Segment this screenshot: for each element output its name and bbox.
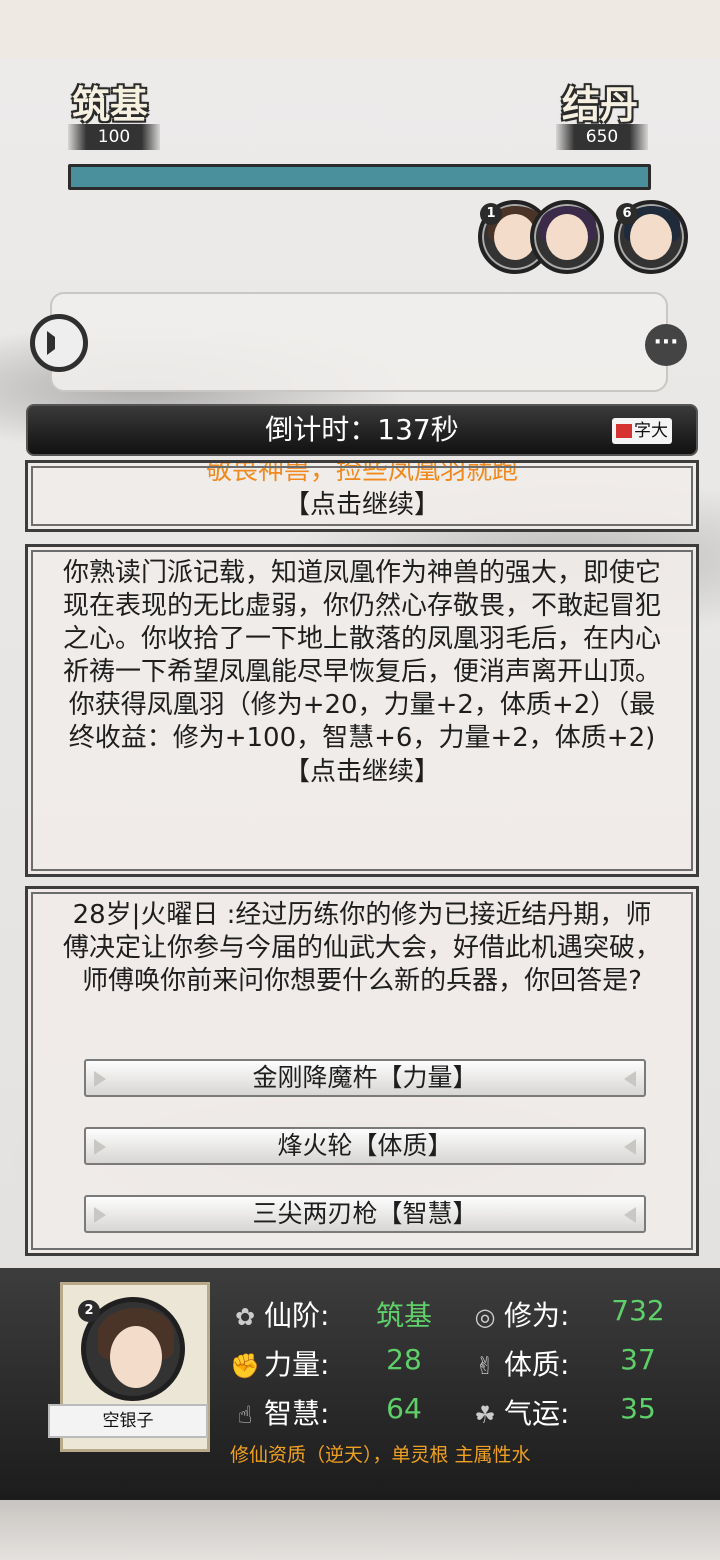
- stat-realm: ✿ 仙阶:: [230, 1294, 330, 1334]
- option-button-3[interactable]: 三尖两刃枪【智慧】: [84, 1195, 646, 1233]
- cultivation-progress-fill: [71, 167, 648, 187]
- stat-constitution: ✌ 体质:: [470, 1343, 570, 1383]
- stat-cultivation-value: 732: [611, 1294, 665, 1327]
- party-avatar-2[interactable]: [530, 200, 604, 274]
- horn-icon[interactable]: [30, 314, 88, 372]
- stat-constitution-value: 37: [620, 1343, 656, 1376]
- next-realm-label: 结丹: [562, 82, 639, 127]
- continue-link[interactable]: 【点击继续】: [28, 755, 696, 789]
- countdown-bar: 倒计时：137秒 字大: [26, 404, 698, 456]
- font-size-button[interactable]: 字大: [612, 418, 672, 444]
- cultivation-icon: ◎: [474, 1303, 496, 1331]
- story-panel-result[interactable]: 你熟读门派记载，知道凤凰作为神兽的强大，即使它现在表现的无比虚弱，你仍然心存敬畏…: [25, 544, 699, 877]
- stat-wisdom-value: 64: [386, 1392, 422, 1425]
- next-realm-value: 650: [556, 124, 648, 150]
- previous-choice-text: 敬畏神兽，捡些凤凰羽就跑: [205, 460, 518, 486]
- story-result-text: 你熟读门派记载，知道凤凰作为神兽的强大，即使它现在表现的无比虚弱，你仍然心存敬畏…: [62, 558, 661, 753]
- stat-wisdom: ☝ 智慧:: [230, 1392, 330, 1432]
- stat-strength: ✊ 力量:: [230, 1348, 330, 1381]
- stat-realm-value: 筑基: [375, 1299, 432, 1332]
- wisdom-icon: ☝: [237, 1401, 253, 1429]
- stat-luck: ☘ 气运:: [470, 1392, 569, 1432]
- stat-cultivation: ◎ 修为:: [470, 1294, 570, 1334]
- fist-icon: ✊: [230, 1352, 260, 1380]
- clover-icon: ☘: [474, 1401, 496, 1429]
- party-badge-last: 6: [616, 203, 638, 225]
- option-button-2[interactable]: 烽火轮【体质】: [84, 1127, 646, 1165]
- player-name: 空银子: [48, 1404, 208, 1438]
- stat-strength-value: 28: [386, 1343, 422, 1376]
- story-panel-question: 28岁|火曜日 :经过历练你的修为已接近结丹期，师傅决定让你参与今届的仙武大会，…: [25, 886, 699, 1256]
- top-strip: [0, 0, 720, 58]
- chat-bubble-icon[interactable]: ···: [645, 324, 687, 366]
- aptitude-text: 修仙资质（逆天），单灵根 主属性水: [230, 1444, 531, 1466]
- story-panel-previous[interactable]: 敬畏神兽，捡些凤凰羽就跑 【点击继续】: [25, 460, 699, 532]
- constitution-icon: ✌: [474, 1352, 496, 1380]
- stat-luck-value: 35: [620, 1392, 656, 1425]
- realm-icon: ✿: [234, 1303, 256, 1331]
- current-realm-value: 100: [68, 124, 160, 150]
- party-badge-first: 1: [480, 203, 502, 225]
- option-button-1[interactable]: 金刚降魔杵【力量】: [84, 1059, 646, 1097]
- message-box[interactable]: [50, 292, 668, 392]
- countdown-text: 倒计时：137秒: [265, 413, 459, 446]
- font-size-label: 字大: [634, 421, 668, 441]
- cultivation-progress-bar: [68, 164, 651, 190]
- player-badge: 2: [78, 1300, 100, 1322]
- bottom-fade: [0, 1500, 720, 1560]
- current-realm-label: 筑基: [72, 82, 149, 127]
- continue-link[interactable]: 【点击继续】: [28, 488, 696, 522]
- story-question-text: 28岁|火曜日 :经过历练你的修为已接近结丹期，师傅决定让你参与今届的仙武大会，…: [62, 900, 661, 996]
